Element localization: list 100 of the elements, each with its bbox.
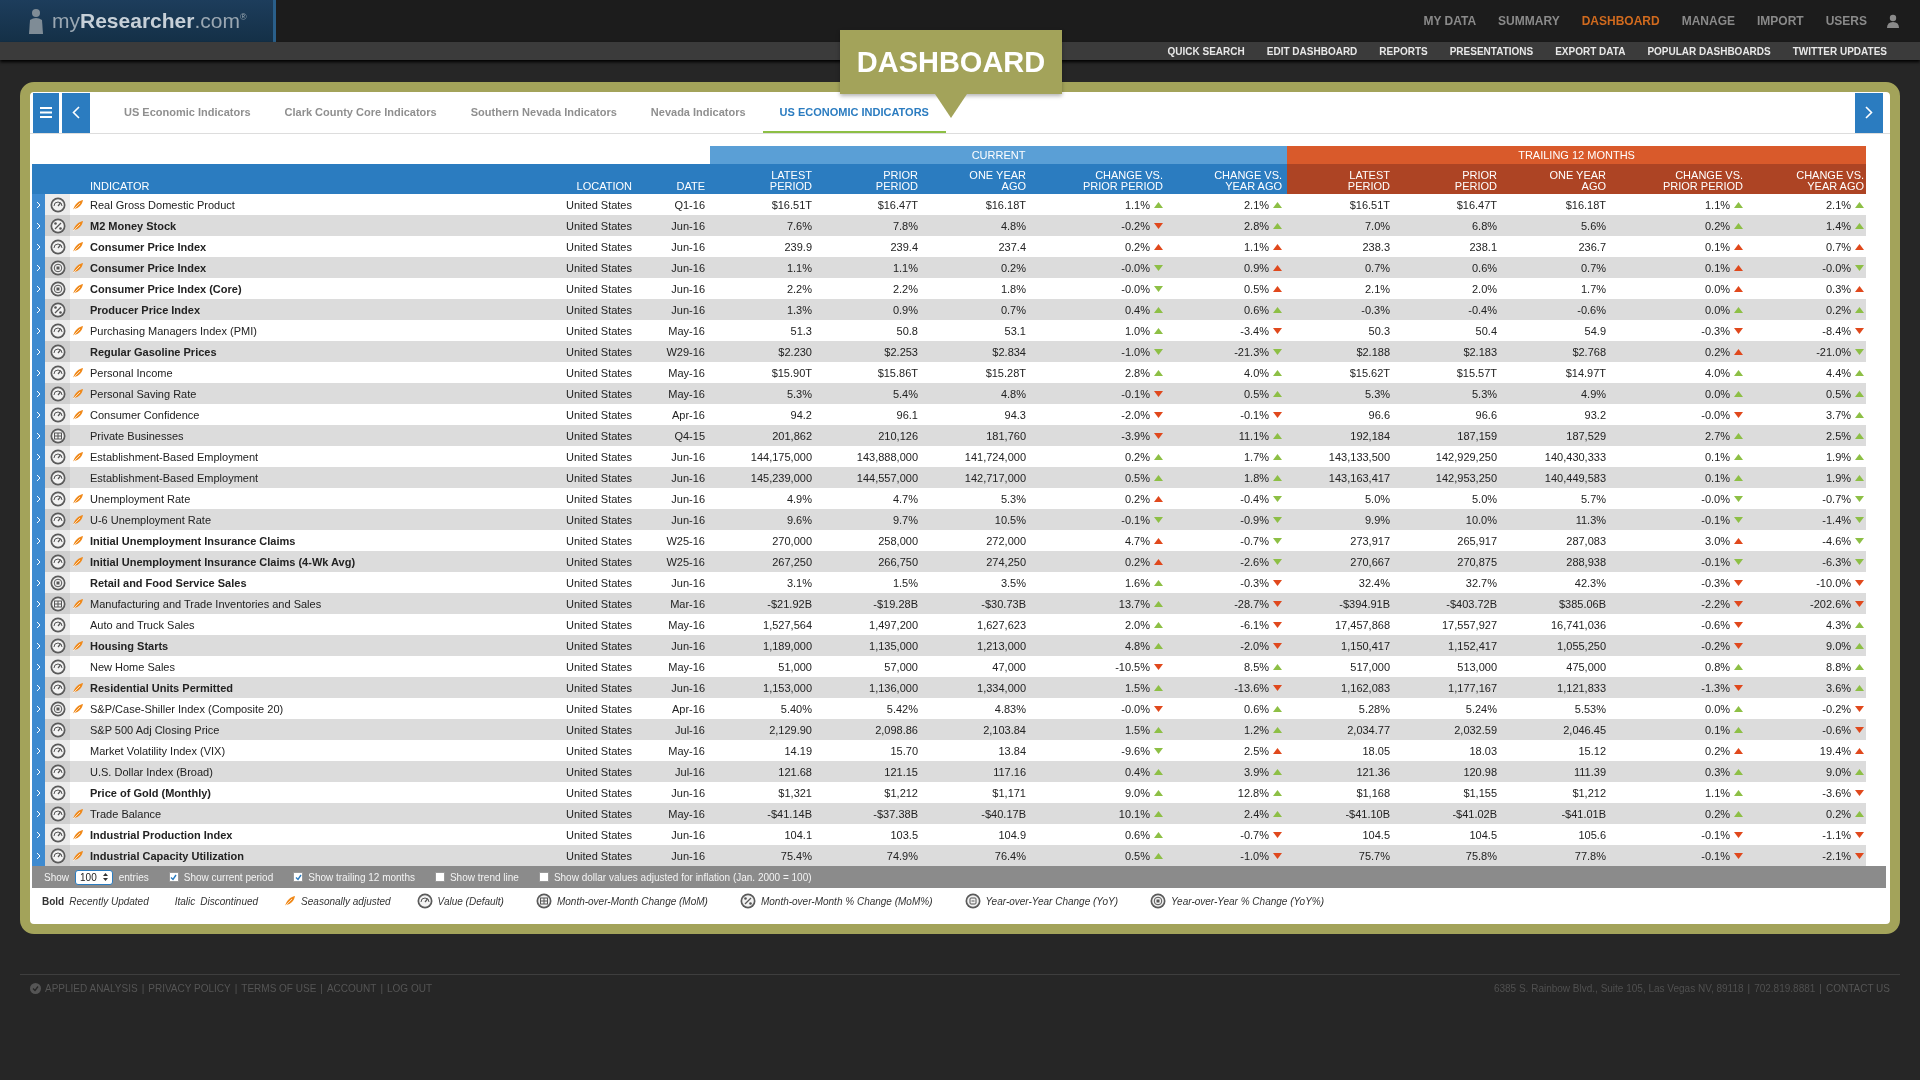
indicator-name[interactable]: Consumer Price Index (Core) xyxy=(90,282,242,295)
indicator-name[interactable]: Consumer Price Index xyxy=(90,261,207,274)
indicator-name[interactable]: Real Gross Domestic Product xyxy=(90,198,235,211)
indicator-name[interactable]: Housing Starts xyxy=(90,639,169,652)
subnav-item[interactable]: POPULAR DASHBOARDS xyxy=(1636,45,1782,57)
table-cell: 2,129.90 xyxy=(769,723,812,736)
table-cell: 0.5% xyxy=(1243,387,1270,400)
table-cell: -$37.38B xyxy=(873,807,918,820)
expand-toggle[interactable] xyxy=(32,194,45,215)
checkbox[interactable] xyxy=(434,872,445,882)
indicator-name[interactable]: Market Volatility Index (VIX) xyxy=(90,744,226,757)
nav-item[interactable]: MY DATA xyxy=(1412,14,1488,28)
nav-item[interactable]: DASHBOARD xyxy=(1570,14,1671,28)
indicator-name[interactable]: Residential Units Permitted xyxy=(90,681,234,694)
indicator-name[interactable]: Consumer Confidence xyxy=(90,408,200,421)
subnav-item[interactable]: EXPORT DATA xyxy=(1544,45,1637,57)
indicator-name[interactable]: Trade Balance xyxy=(90,807,162,820)
indicator-name[interactable]: Private Businesses xyxy=(90,429,184,442)
legend-label: Seasonally adjusted xyxy=(301,895,391,907)
table-cell: Apr-16 xyxy=(671,408,705,421)
table-cell: 117.16 xyxy=(993,765,1026,778)
user-icon[interactable] xyxy=(1886,14,1900,28)
table-cell: United States xyxy=(565,387,632,400)
table-cell: 4.9% xyxy=(786,492,812,505)
indicator-name[interactable]: New Home Sales xyxy=(90,660,175,673)
indicator-name[interactable]: Personal Saving Rate xyxy=(90,387,197,400)
table-cell: W29-16 xyxy=(666,345,705,358)
table-cell: 2.1% xyxy=(1364,282,1391,295)
chevron-right-icon xyxy=(36,221,41,230)
indicator-name[interactable]: Retail and Food Service Sales xyxy=(90,576,247,589)
subnav-item[interactable]: QUICK SEARCH xyxy=(1156,45,1256,57)
indicator-name[interactable]: Establishment-Based Employment xyxy=(90,471,259,484)
nav-item[interactable]: IMPORT xyxy=(1746,14,1815,28)
option-label: Show trend line xyxy=(449,871,519,883)
indicator-name[interactable]: Consumer Price Index xyxy=(90,240,207,253)
table-cell: 1.1% xyxy=(1124,198,1150,211)
table-cell: 1.5% xyxy=(892,576,918,589)
table-cell: 75.7% xyxy=(1358,849,1391,862)
checkbox[interactable] xyxy=(538,872,549,882)
entries-select[interactable]: 100 xyxy=(75,869,113,885)
table-cell: 1.0% xyxy=(1124,324,1150,337)
chevron-right-icon xyxy=(36,809,41,818)
table-cell: 50.4 xyxy=(1475,324,1498,337)
previous-button[interactable] xyxy=(62,92,90,133)
chevron-right-icon xyxy=(36,746,41,755)
tab[interactable]: US ECONOMIC INDICATORS xyxy=(762,92,946,133)
table-cell: -0.0% xyxy=(1121,261,1150,274)
indicator-name[interactable]: Initial Unemployment Insurance Claims (4-Wk Avg) xyxy=(90,555,356,568)
table-cell: 4.0% xyxy=(1704,366,1731,379)
indicator-name[interactable]: Initial Unemployment Insurance Claims xyxy=(90,534,296,547)
menu-button[interactable] xyxy=(33,92,59,133)
indicator-name[interactable]: Regular Gasoline Prices xyxy=(90,345,217,358)
nav-item[interactable]: SUMMARY xyxy=(1487,14,1571,28)
indicator-name[interactable]: Producer Price Index xyxy=(90,303,201,316)
indicator-name[interactable]: Unemployment Rate xyxy=(90,492,191,505)
legend-label: Recently Updated xyxy=(69,895,149,907)
table-cell: -202.6% xyxy=(1810,597,1852,610)
indicator-name[interactable]: Manufacturing and Trade Inventories and Sales xyxy=(90,597,322,610)
table-cell: 0.6% xyxy=(1471,261,1498,274)
table-cell: United States xyxy=(565,849,632,862)
indicator-name[interactable]: Industrial Production Index xyxy=(90,828,233,841)
table-cell: $2.230 xyxy=(778,345,812,358)
checkbox[interactable] xyxy=(293,872,304,882)
indicator-name[interactable]: Personal Income xyxy=(90,366,173,379)
table-cell: -$41.10B xyxy=(1345,807,1391,820)
indicator-name[interactable]: Price of Gold (Monthly) xyxy=(90,786,211,799)
table-cell: 0.6% xyxy=(1243,303,1270,316)
table-cell: -0.0% xyxy=(1701,492,1731,505)
column-header: CHANGE VS. YEAR AGO xyxy=(1795,170,1865,192)
table-cell: 5.6% xyxy=(1580,219,1607,232)
table-cell: -1.3% xyxy=(1701,681,1731,694)
table-cell: -28.7% xyxy=(1234,597,1270,610)
checkbox[interactable] xyxy=(168,872,179,882)
logo[interactable]: myResearcher.com$^{®}$ xyxy=(0,0,276,42)
indicator-name[interactable]: S&P 500 Adj Closing Price xyxy=(90,723,220,736)
indicator-name[interactable]: Establishment-Based Employment xyxy=(90,450,259,463)
table-cell: Jun-16 xyxy=(671,639,705,652)
table-cell: 93.2 xyxy=(1584,408,1607,421)
subnav-item[interactable]: TWITTER UPDATES xyxy=(1781,45,1898,57)
subnav-item[interactable]: REPORTS xyxy=(1368,45,1439,57)
indicator-name[interactable]: Auto and Truck Sales xyxy=(90,618,195,631)
indicator-name[interactable]: U-6 Unemployment Rate xyxy=(90,513,212,526)
table-cell: -0.2% xyxy=(1822,702,1852,715)
table-cell: Jul-16 xyxy=(675,765,705,778)
legend-label: Month-over-Month % Change (MoM%) xyxy=(760,895,933,907)
table-cell: 9.7% xyxy=(892,513,918,526)
subnav-item[interactable]: EDIT DASHBOARD xyxy=(1255,45,1369,57)
nav-item[interactable]: USERS xyxy=(1814,14,1878,28)
table-cell: 18.05 xyxy=(1362,744,1391,757)
indicator-name[interactable]: Industrial Capacity Utilization xyxy=(90,849,245,862)
next-button[interactable] xyxy=(1855,92,1883,133)
indicator-name[interactable]: M2 Money Stock xyxy=(90,219,177,232)
table-cell: -0.1% xyxy=(1240,408,1270,421)
indicator-name[interactable]: S&P/Case-Shiller Index (Composite 20) xyxy=(90,702,284,715)
indicator-name[interactable]: U.S. Dollar Index (Broad) xyxy=(90,765,213,778)
nav-item[interactable]: MANAGE xyxy=(1670,14,1746,28)
indicator-name[interactable]: Purchasing Managers Index (PMI) xyxy=(90,324,257,337)
expand-toggle[interactable] xyxy=(32,845,45,866)
subnav-item[interactable]: PRESENTATIONS xyxy=(1438,45,1545,57)
table-cell: $16.51T xyxy=(771,198,812,211)
